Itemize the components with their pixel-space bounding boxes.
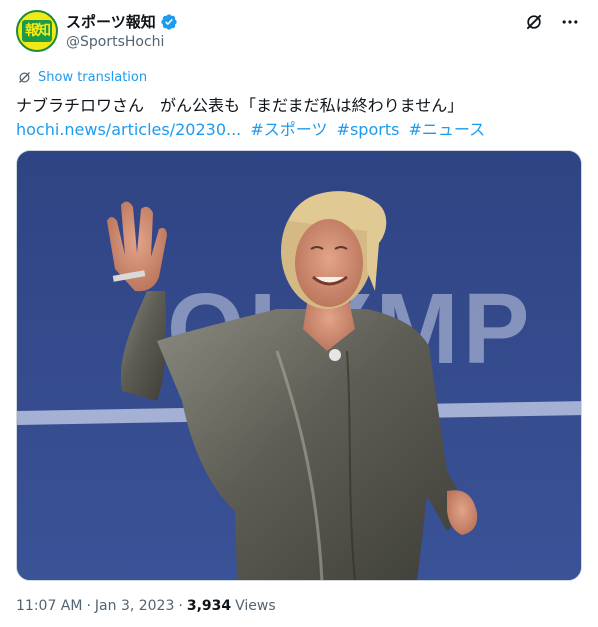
avatar[interactable]: 報知 bbox=[16, 10, 58, 52]
hashtag-link[interactable]: #sports bbox=[337, 120, 400, 139]
display-name[interactable]: スポーツ報知 bbox=[66, 11, 156, 32]
views-count[interactable]: 3,934 bbox=[187, 598, 231, 614]
verified-badge-icon bbox=[161, 13, 177, 30]
hashtag-link[interactable]: #ニュース bbox=[409, 120, 486, 139]
hashtag-link[interactable]: #スポーツ bbox=[250, 120, 327, 139]
tweet-links: hochi.news/articles/20230... #スポーツ #spor… bbox=[16, 116, 489, 140]
top-actions bbox=[524, 12, 580, 32]
more-icon[interactable] bbox=[560, 12, 580, 32]
views-label: Views bbox=[235, 598, 276, 614]
author-name-row[interactable]: スポーツ報知 bbox=[66, 11, 178, 32]
post-date[interactable]: Jan 3, 2023 bbox=[95, 598, 174, 614]
grok-icon[interactable] bbox=[524, 12, 544, 32]
tweet-text: ナブラチロワさん がん公表も「まだまだ私は終わりません」 bbox=[16, 96, 464, 115]
tweet-meta: 11:07 AM · Jan 3, 2023 · 3,934 Views bbox=[16, 598, 276, 614]
article-link[interactable]: hochi.news/articles/20230... bbox=[16, 120, 241, 139]
translate-icon bbox=[19, 72, 30, 83]
show-translation[interactable]: Show translation bbox=[17, 70, 147, 85]
photo-illustration: OLYMP bbox=[17, 151, 581, 580]
meta-separator: · bbox=[178, 598, 183, 614]
tweet-photo[interactable]: OLYMP bbox=[16, 150, 582, 581]
meta-separator: · bbox=[86, 598, 91, 614]
tweet[interactable]: 報知 スポーツ報知 @SportsHochi Show translation … bbox=[0, 0, 598, 627]
handle[interactable]: @SportsHochi bbox=[66, 34, 164, 50]
show-translation-label[interactable]: Show translation bbox=[38, 70, 147, 85]
post-time[interactable]: 11:07 AM bbox=[16, 598, 82, 614]
avatar-logo-text: 報知 bbox=[22, 20, 52, 42]
